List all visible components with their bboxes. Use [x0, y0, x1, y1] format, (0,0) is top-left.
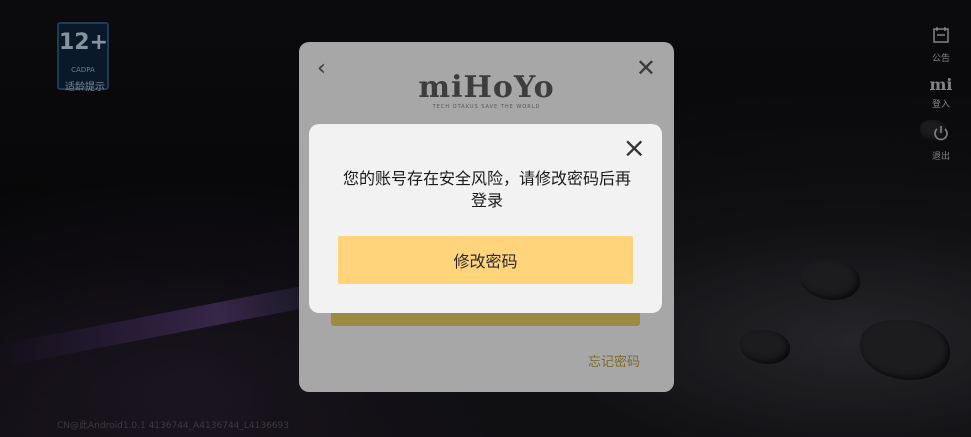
dialog-close-icon[interactable]: × [623, 134, 646, 162]
change-password-button[interactable]: 修改密码 [338, 236, 633, 284]
security-warning-dialog: × 您的账号存在安全风险，请修改密码后再登录 修改密码 [309, 124, 662, 313]
dialog-message: 您的账号存在安全风险，请修改密码后再登录 [342, 169, 631, 210]
brand-slogan: TECH OTAKUS SAVE THE WORLD [432, 104, 541, 110]
brand-logo: miHoYo [418, 70, 555, 105]
forgot-password-link[interactable]: 忘记密码 [588, 351, 640, 370]
